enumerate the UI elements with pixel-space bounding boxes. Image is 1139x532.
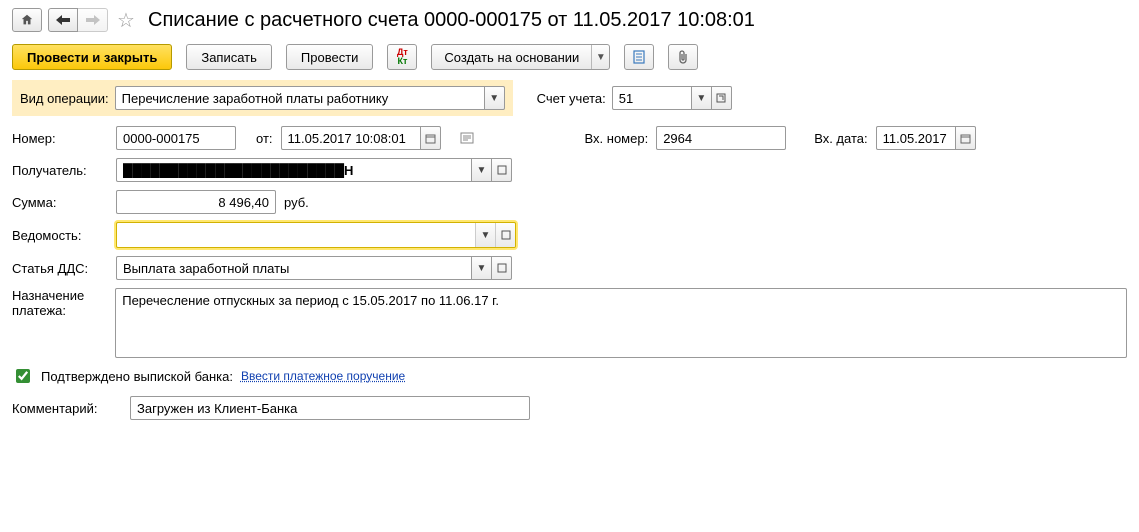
enter-payment-link[interactable]: Ввести платежное поручение [241, 369, 405, 383]
arrow-right-icon [86, 15, 100, 25]
dropdown-button[interactable]: ▼ [472, 256, 492, 280]
open-icon [497, 165, 507, 175]
back-button[interactable] [48, 8, 78, 32]
form-icon [460, 132, 474, 144]
dtkt-button[interactable]: ДтКт [387, 44, 417, 70]
confirm-checkbox[interactable] [16, 369, 30, 383]
purpose-label: Назначениеплатежа: [12, 288, 107, 318]
comment-input[interactable] [130, 396, 530, 420]
open-button[interactable] [712, 86, 732, 110]
number-input[interactable] [116, 126, 236, 150]
account-input[interactable] [612, 86, 692, 110]
submit-button[interactable]: Провести [286, 44, 374, 70]
from-label: от: [256, 131, 273, 146]
purpose-textarea[interactable] [115, 288, 1127, 358]
account-label: Счет учета: [537, 91, 606, 106]
attach-button[interactable] [668, 44, 698, 70]
document-icon [632, 50, 646, 64]
incoming-date-label: Вх. дата: [814, 131, 867, 146]
calendar-icon [960, 133, 971, 144]
open-button[interactable] [495, 223, 515, 247]
open-icon [497, 263, 507, 273]
dropdown-button[interactable]: ▼ [472, 158, 492, 182]
operation-label: Вид операции: [20, 91, 109, 106]
create-based-button[interactable]: Создать на основании ▼ [431, 44, 610, 70]
calendar-button[interactable] [421, 126, 441, 150]
submit-close-button[interactable]: Провести и закрыть [12, 44, 172, 70]
dds-input[interactable] [116, 256, 472, 280]
dds-label: Статья ДДС: [12, 261, 108, 276]
dropdown-button[interactable]: ▼ [485, 86, 505, 110]
forward-button[interactable] [78, 8, 108, 32]
operation-select[interactable] [115, 86, 485, 110]
page-title: Списание с расчетного счета 0000-000175 … [148, 9, 755, 32]
recipient-input[interactable] [116, 158, 472, 182]
incoming-date-input[interactable] [876, 126, 956, 150]
calendar-button[interactable] [956, 126, 976, 150]
number-label: Номер: [12, 131, 108, 146]
arrow-left-icon [56, 15, 70, 25]
recipient-label: Получатель: [12, 163, 108, 178]
favorite-star[interactable]: ☆ [114, 8, 138, 32]
open-icon [501, 230, 511, 240]
paperclip-icon [677, 50, 689, 64]
home-button[interactable] [12, 8, 42, 32]
incoming-num-label: Вх. номер: [585, 131, 649, 146]
calendar-icon [425, 133, 436, 144]
create-based-label[interactable]: Создать на основании [432, 45, 591, 69]
report-button[interactable] [624, 44, 654, 70]
home-icon [20, 13, 34, 27]
dropdown-arrow-icon[interactable]: ▼ [591, 45, 609, 69]
sum-input[interactable] [116, 190, 276, 214]
sum-label: Сумма: [12, 195, 108, 210]
open-button[interactable] [492, 256, 512, 280]
record-button[interactable]: Записать [186, 44, 272, 70]
dtkt-icon: ДтКт [397, 48, 408, 66]
sheet-label: Ведомость: [12, 228, 108, 243]
datetime-input[interactable] [281, 126, 421, 150]
sum-unit: руб. [284, 195, 309, 210]
comment-label: Комментарий: [12, 401, 122, 416]
dropdown-button[interactable]: ▼ [475, 223, 495, 247]
print-icon-button[interactable] [455, 127, 479, 149]
open-icon [716, 93, 726, 103]
open-button[interactable] [492, 158, 512, 182]
sheet-input[interactable] [117, 223, 475, 247]
incoming-num-input[interactable] [656, 126, 786, 150]
dropdown-button[interactable]: ▼ [692, 86, 712, 110]
confirm-label: Подтверждено выпиской банка: [41, 369, 233, 384]
